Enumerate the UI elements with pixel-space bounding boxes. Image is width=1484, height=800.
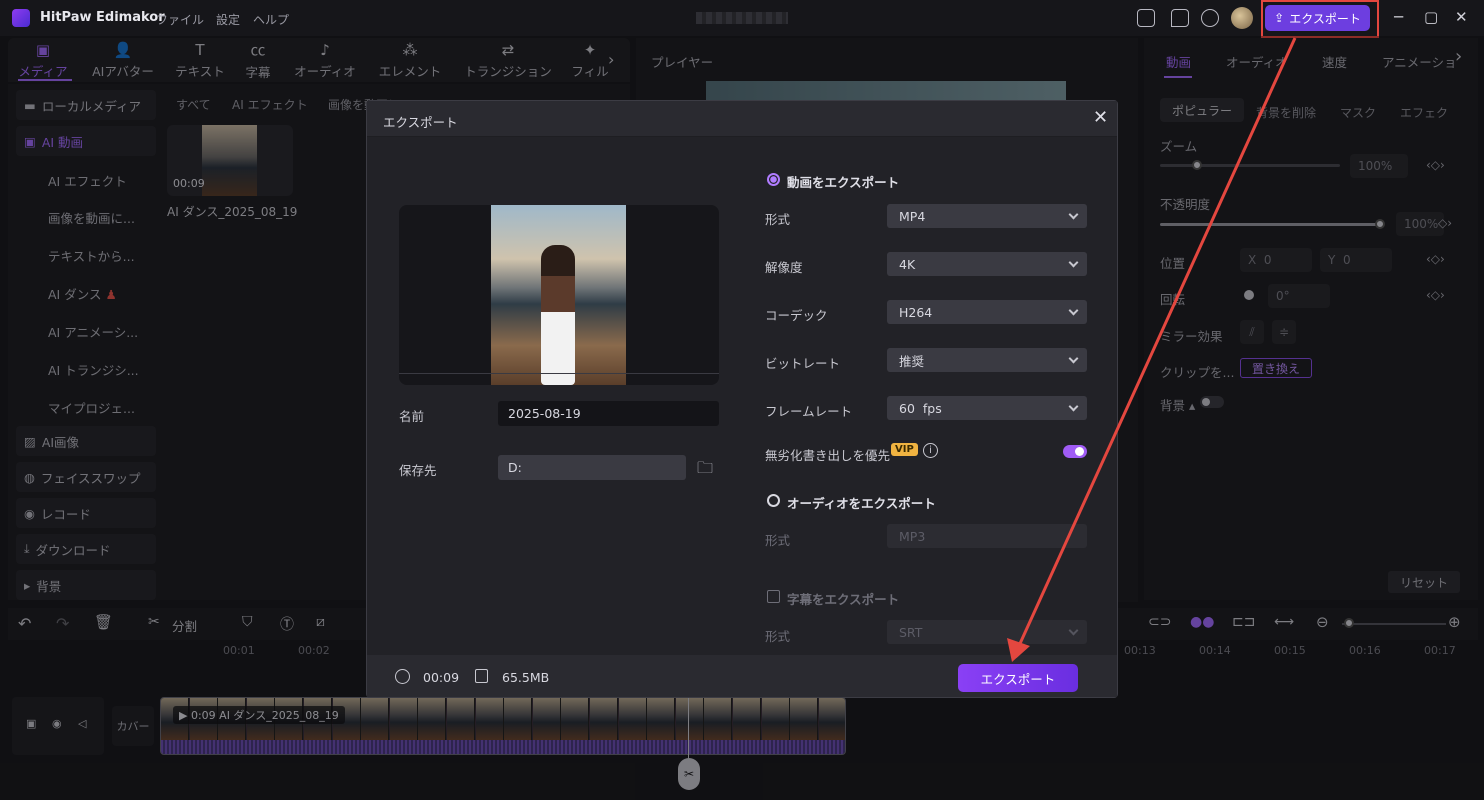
dialog-close-icon[interactable]: ✕ bbox=[1093, 107, 1108, 128]
layout-icon[interactable] bbox=[1137, 9, 1155, 27]
chevron-down-icon bbox=[1068, 257, 1079, 267]
format-select[interactable]: MP4 bbox=[887, 204, 1087, 228]
lossless-toggle[interactable] bbox=[1063, 445, 1087, 458]
chevron-down-icon bbox=[1068, 353, 1079, 363]
chevron-down-icon bbox=[1068, 305, 1079, 315]
annotation-highlight-box bbox=[1261, 0, 1379, 38]
save-location-label: 保存先 bbox=[399, 463, 437, 478]
export-preview bbox=[399, 205, 719, 385]
audio-format-select[interactable]: MP3 bbox=[887, 524, 1087, 548]
avatar[interactable] bbox=[1231, 7, 1253, 29]
preview-subject bbox=[541, 245, 575, 385]
bitrate-select[interactable]: 推奨 bbox=[887, 348, 1087, 372]
minimize-icon[interactable]: ─ bbox=[1394, 8, 1403, 26]
subtitle-export-label: 字幕をエクスポート bbox=[787, 592, 900, 607]
format-label: 形式 bbox=[765, 212, 791, 227]
feedback-icon[interactable] bbox=[1171, 9, 1189, 27]
subtitle-export-checkbox[interactable] bbox=[767, 590, 780, 603]
app-name: HitPaw Edimakor bbox=[40, 10, 165, 25]
menu-settings[interactable]: 設定 bbox=[216, 11, 240, 28]
info-icon[interactable]: i bbox=[923, 443, 938, 458]
framerate-value: 60 fps bbox=[899, 400, 942, 416]
file-size-icon bbox=[475, 669, 488, 683]
resolution-value: 4K bbox=[899, 256, 916, 272]
export-dialog: エクスポート ✕ 名前 2025-08-19 保存先 D: 🗀 動画をエクスポー… bbox=[366, 100, 1118, 698]
export-duration: 00:09 bbox=[423, 670, 460, 685]
audio-format-value: MP3 bbox=[899, 528, 926, 544]
dialog-export-button[interactable]: エクスポート bbox=[958, 664, 1078, 692]
preview-image bbox=[491, 205, 626, 385]
name-label: 名前 bbox=[399, 409, 425, 424]
subtitle-format-label: 形式 bbox=[765, 629, 791, 644]
save-location-input[interactable]: D: bbox=[498, 455, 686, 480]
bitrate-value: 推奨 bbox=[899, 353, 925, 369]
clock-icon bbox=[395, 669, 410, 684]
chevron-down-icon bbox=[1068, 209, 1079, 219]
codec-select[interactable]: H264 bbox=[887, 300, 1087, 324]
codec-label: コーデック bbox=[765, 308, 828, 323]
bitrate-label: ビットレート bbox=[765, 356, 841, 371]
framerate-select[interactable]: 60 fps bbox=[887, 396, 1087, 420]
menu-help[interactable]: ヘルプ bbox=[253, 11, 289, 28]
vip-badge: VIP bbox=[891, 443, 918, 456]
lossless-label: 無劣化書き出しを優先 bbox=[765, 448, 891, 463]
divider bbox=[399, 373, 719, 374]
codec-value: H264 bbox=[899, 304, 933, 320]
subtitle-format-select[interactable]: SRT bbox=[887, 620, 1087, 644]
audio-export-radio[interactable] bbox=[767, 494, 780, 507]
audio-format-label: 形式 bbox=[765, 533, 791, 548]
audio-export-label: オーディオをエクスポート bbox=[787, 496, 936, 511]
export-file-size: 65.5MB bbox=[502, 670, 550, 685]
app-logo bbox=[12, 9, 30, 27]
framerate-label: フレームレート bbox=[765, 404, 853, 419]
dialog-header: エクスポート ✕ bbox=[367, 101, 1117, 137]
download-icon[interactable] bbox=[1201, 9, 1219, 27]
resolution-select[interactable]: 4K bbox=[887, 252, 1087, 276]
chevron-down-icon bbox=[1068, 401, 1079, 411]
dialog-title: エクスポート bbox=[383, 115, 458, 130]
menu-file[interactable]: ファイル bbox=[156, 11, 204, 28]
project-title-blurred bbox=[696, 12, 788, 24]
name-input[interactable]: 2025-08-19 bbox=[498, 401, 719, 426]
video-export-label: 動画をエクスポート bbox=[787, 175, 900, 190]
resolution-label: 解像度 bbox=[765, 260, 803, 275]
folder-open-icon[interactable]: 🗀 bbox=[697, 457, 713, 484]
chevron-down-icon bbox=[1068, 625, 1079, 635]
format-value: MP4 bbox=[899, 208, 926, 224]
title-bar: HitPaw Edimakor ファイル 設定 ヘルプ ⇪ エクスポート ─ ▢… bbox=[0, 0, 1484, 38]
dialog-body: 名前 2025-08-19 保存先 D: 🗀 動画をエクスポート 形式 MP4 … bbox=[367, 137, 1117, 655]
close-window-icon[interactable]: ✕ bbox=[1455, 8, 1468, 26]
subtitle-format-value: SRT bbox=[899, 624, 923, 640]
maximize-icon[interactable]: ▢ bbox=[1424, 8, 1438, 26]
video-export-radio[interactable] bbox=[767, 173, 780, 186]
